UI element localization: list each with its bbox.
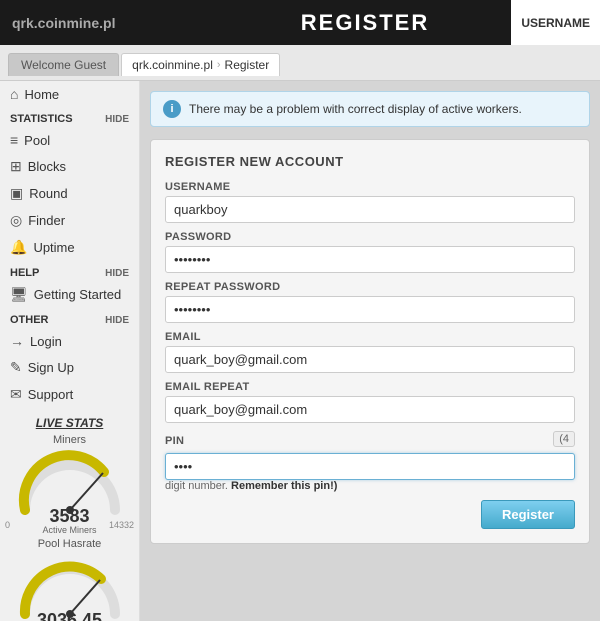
password-label: PASSWORD [165,231,575,243]
email-repeat-label: EMAIL REPEAT [165,381,575,393]
miners-sub: Active Miners [15,525,125,535]
main-content: i There may be a problem with correct di… [140,81,600,621]
hashrate-value: 3036.45 [15,611,125,621]
register-btn-row: Register [165,500,575,529]
other-label: OTHER [10,314,49,326]
pool-hashrate-label: Pool Hasrate [0,538,139,550]
sidebar-item-home[interactable]: ⌂ Home [0,81,139,107]
breadcrumb-current: Register [225,58,270,72]
live-stats-title: LIVE STATS [0,416,139,430]
pin-group: PIN (4 digit number. Remember this pin!) [165,431,575,492]
breadcrumb-bar: Welcome Guest qrk.coinmine.pl › Register [0,45,600,81]
round-icon: ▣ [10,185,23,202]
sidebar-item-uptime[interactable]: 🔔 Uptime [0,234,139,261]
miners-value: 3583 [15,507,125,525]
blocks-icon: ⊞ [10,158,22,175]
sidebar-item-getting-started[interactable]: 🖥 Getting Started [0,281,139,308]
email-group: EMAIL [165,331,575,373]
miners-label: Miners [0,434,139,446]
pin-hint-bold: Remember this pin!) [231,480,337,492]
username-group: USERNAME [165,181,575,223]
sidebar-item-signup[interactable]: ✎ Sign Up [0,354,139,381]
top-header: qrk.coinmine.pl REGISTER USERNAME [0,0,600,45]
main-layout: ⌂ Home STATISTICS HIDE ≡ Pool ⊞ Blocks ▣… [0,81,600,621]
email-label: EMAIL [165,331,575,343]
miners-min: 0 [5,520,10,530]
login-icon: → [10,333,24,349]
uptime-icon: 🔔 [10,239,27,256]
sidebar: ⌂ Home STATISTICS HIDE ≡ Pool ⊞ Blocks ▣… [0,81,140,621]
alert-box: i There may be a problem with correct di… [150,91,590,127]
email-repeat-input[interactable] [165,396,575,423]
other-hide-btn[interactable]: HIDE [105,315,129,326]
password-input[interactable] [165,246,575,273]
pin-hint: digit number. Remember this pin!) [165,480,575,492]
statistics-hide-btn[interactable]: HIDE [105,114,129,125]
statistics-label: STATISTICS [10,113,73,125]
email-repeat-group: EMAIL REPEAT [165,381,575,423]
pool-icon: ≡ [10,132,18,148]
breadcrumb-separator: › [217,59,221,71]
repeat-password-label: REPEAT PASSWORD [165,281,575,293]
pin-label: PIN [165,435,184,447]
miners-gauge: 3583 Active Miners [15,450,125,520]
username-button[interactable]: USERNAME [511,0,600,45]
pin-badge: (4 [553,431,575,447]
password-group: PASSWORD [165,231,575,273]
welcome-tab[interactable]: Welcome Guest [8,53,119,76]
help-label: HELP [10,267,39,279]
signup-icon: ✎ [10,359,22,376]
info-icon: i [163,100,181,118]
finder-icon: ◎ [10,212,22,229]
register-title: REGISTER NEW ACCOUNT [165,154,575,169]
home-icon: ⌂ [10,86,18,102]
alert-text: There may be a problem with correct disp… [189,102,522,116]
sidebar-item-round[interactable]: ▣ Round [0,180,139,207]
sidebar-item-pool[interactable]: ≡ Pool [0,127,139,153]
username-label: USERNAME [165,181,575,193]
statistics-section-header: STATISTICS HIDE [0,107,139,127]
site-name: qrk.coinmine.pl [12,15,142,31]
sidebar-item-blocks[interactable]: ⊞ Blocks [0,153,139,180]
email-input[interactable] [165,346,575,373]
username-input[interactable] [165,196,575,223]
monitor-icon: 🖥 [10,286,28,303]
live-stats: LIVE STATS Miners 3583 Active Miners [0,408,139,621]
help-hide-btn[interactable]: HIDE [105,268,129,279]
pin-label-row: PIN (4 [165,431,575,447]
register-form: REGISTER NEW ACCOUNT USERNAME PASSWORD R… [150,139,590,544]
other-section-header: OTHER HIDE [0,308,139,328]
hashrate-gauge: 3036.45 MH/s [15,554,125,621]
pin-hint-plain: digit number. [165,480,231,492]
sidebar-home-label: Home [24,87,59,102]
help-section-header: HELP HIDE [0,261,139,281]
sidebar-item-support[interactable]: ✉ Support [0,381,139,408]
pin-input[interactable] [165,453,575,480]
register-button[interactable]: Register [481,500,575,529]
repeat-password-input[interactable] [165,296,575,323]
breadcrumb-tab: qrk.coinmine.pl › Register [121,53,280,76]
sidebar-item-finder[interactable]: ◎ Finder [0,207,139,234]
breadcrumb-site[interactable]: qrk.coinmine.pl [132,58,213,72]
repeat-password-group: REPEAT PASSWORD [165,281,575,323]
support-icon: ✉ [10,386,22,403]
sidebar-item-login[interactable]: → Login [0,328,139,354]
